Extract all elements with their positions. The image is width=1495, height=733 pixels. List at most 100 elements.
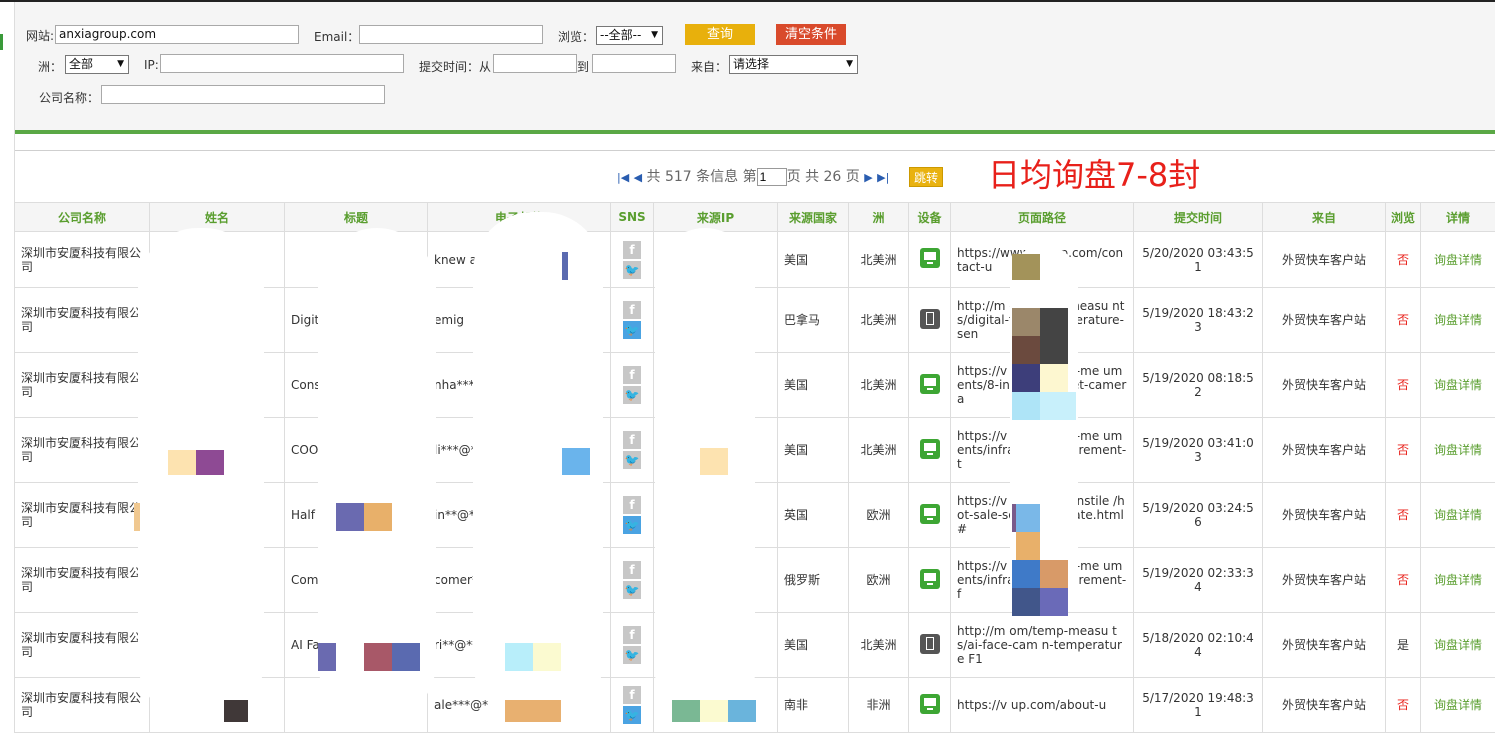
company-cell: 深圳市安厦科技有限公司 [15,548,150,613]
source-cell: 外贸快车客户站 [1263,483,1386,548]
facebook-icon[interactable]: f [623,366,641,384]
next-page-icon[interactable]: ▶ [864,171,872,184]
left-sidebar [0,2,15,722]
pager-total: 共 517 条信息 第 [647,169,757,185]
ip-input[interactable] [160,54,404,73]
prev-page-icon[interactable]: ◀ [634,171,642,184]
source-cell: 外贸快车客户站 [1263,678,1386,733]
email-input[interactable] [359,25,543,44]
device-cell [909,353,951,418]
twitter-icon[interactable]: 🐦 [623,321,641,339]
detail-link[interactable]: 询盘详情 [1421,288,1495,353]
pixelated-block [533,643,561,671]
viewed-cell: 否 [1386,232,1421,288]
submit-time-cell: 5/20/2020 03:43:51 [1134,232,1263,288]
country-cell: 俄罗斯 [778,548,849,613]
pixelated-block [672,700,700,722]
twitter-icon[interactable]: 🐦 [623,706,641,724]
detail-link[interactable]: 询盘详情 [1421,232,1495,288]
clear-button[interactable]: 清空条件 [776,24,846,45]
pixelated-block [1012,254,1040,280]
continent-cell: 欧洲 [849,483,909,548]
company-cell: 深圳市安厦科技有限公司 [15,232,150,288]
time-to-input[interactable] [592,54,676,73]
time-label: 提交时间：从 [419,58,491,75]
facebook-icon[interactable]: f [623,496,641,514]
device-cell [909,678,951,733]
browse-select[interactable]: --全部--▼ [596,26,663,45]
detail-link[interactable]: 询盘详情 [1421,483,1495,548]
facebook-icon[interactable]: f [623,686,641,704]
continent-cell: 欧洲 [849,548,909,613]
source-cell: 外贸快车客户站 [1263,353,1386,418]
redaction-mask [655,228,755,722]
desktop-icon [920,504,940,524]
column-header: 洲 [849,203,909,232]
sns-cell: f🐦 [611,613,654,678]
pixelated-block [562,448,590,475]
detail-link[interactable]: 询盘详情 [1421,548,1495,613]
sns-cell: f🐦 [611,548,654,613]
column-header: SNS [611,203,654,232]
source-cell: 外贸快车客户站 [1263,418,1386,483]
facebook-icon[interactable]: f [623,431,641,449]
first-page-icon[interactable]: |◀ [617,171,629,184]
detail-link[interactable]: 询盘详情 [1421,353,1495,418]
last-page-icon[interactable]: ▶| [877,171,889,184]
time-from-input[interactable] [493,54,577,73]
continent-label: 洲： [38,58,62,75]
pixelated-block [1040,364,1068,392]
time-to-label: 到 [577,58,589,75]
continent-cell: 北美洲 [849,613,909,678]
pixelated-block [1040,588,1068,616]
detail-link[interactable]: 询盘详情 [1421,678,1495,733]
company-cell: 深圳市安厦科技有限公司 [15,678,150,733]
source-cell: 外贸快车客户站 [1263,548,1386,613]
continent-select[interactable]: 全部▼ [65,55,129,74]
from-select[interactable]: 请选择▼ [729,55,858,74]
submit-time-cell: 5/17/2020 19:48:31 [1134,678,1263,733]
detail-link[interactable]: 询盘详情 [1421,613,1495,678]
pixelated-block [364,643,392,671]
query-button[interactable]: 查询 [685,24,755,45]
desktop-icon [920,248,940,268]
twitter-icon[interactable]: 🐦 [623,516,641,534]
column-header: 公司名称 [15,203,150,232]
company-cell: 深圳市安厦科技有限公司 [15,288,150,353]
chevron-down-icon: ▼ [651,27,658,44]
company-input[interactable] [101,85,385,104]
device-cell [909,232,951,288]
twitter-icon[interactable]: 🐦 [623,646,641,664]
facebook-icon[interactable]: f [623,241,641,259]
pixelated-block [505,700,561,722]
pixelated-block [1012,308,1040,336]
company-cell: 深圳市安厦科技有限公司 [15,353,150,418]
source-cell: 外贸快车客户站 [1263,232,1386,288]
twitter-icon[interactable]: 🐦 [623,581,641,599]
country-cell: 美国 [778,613,849,678]
pixelated-block [562,252,568,280]
source-cell: 外贸快车客户站 [1263,288,1386,353]
submit-time-cell: 5/19/2020 08:18:52 [1134,353,1263,418]
detail-link[interactable]: 询盘详情 [1421,418,1495,483]
twitter-icon[interactable]: 🐦 [623,261,641,279]
tablet-icon [920,309,940,329]
viewed-cell: 否 [1386,483,1421,548]
sns-cell: f🐦 [611,418,654,483]
sns-cell: f🐦 [611,483,654,548]
twitter-icon[interactable]: 🐦 [623,451,641,469]
desktop-icon [920,439,940,459]
device-cell [909,613,951,678]
browse-label: 浏览： [558,28,594,45]
page-input[interactable] [757,168,787,186]
country-cell: 美国 [778,418,849,483]
jump-button[interactable]: 跳转 [909,167,943,187]
facebook-icon[interactable]: f [623,301,641,319]
facebook-icon[interactable]: f [623,561,641,579]
column-header: 标题 [285,203,428,232]
country-cell: 美国 [778,232,849,288]
site-input[interactable]: anxiagroup.com [55,25,299,44]
country-cell: 南非 [778,678,849,733]
facebook-icon[interactable]: f [623,626,641,644]
twitter-icon[interactable]: 🐦 [623,386,641,404]
